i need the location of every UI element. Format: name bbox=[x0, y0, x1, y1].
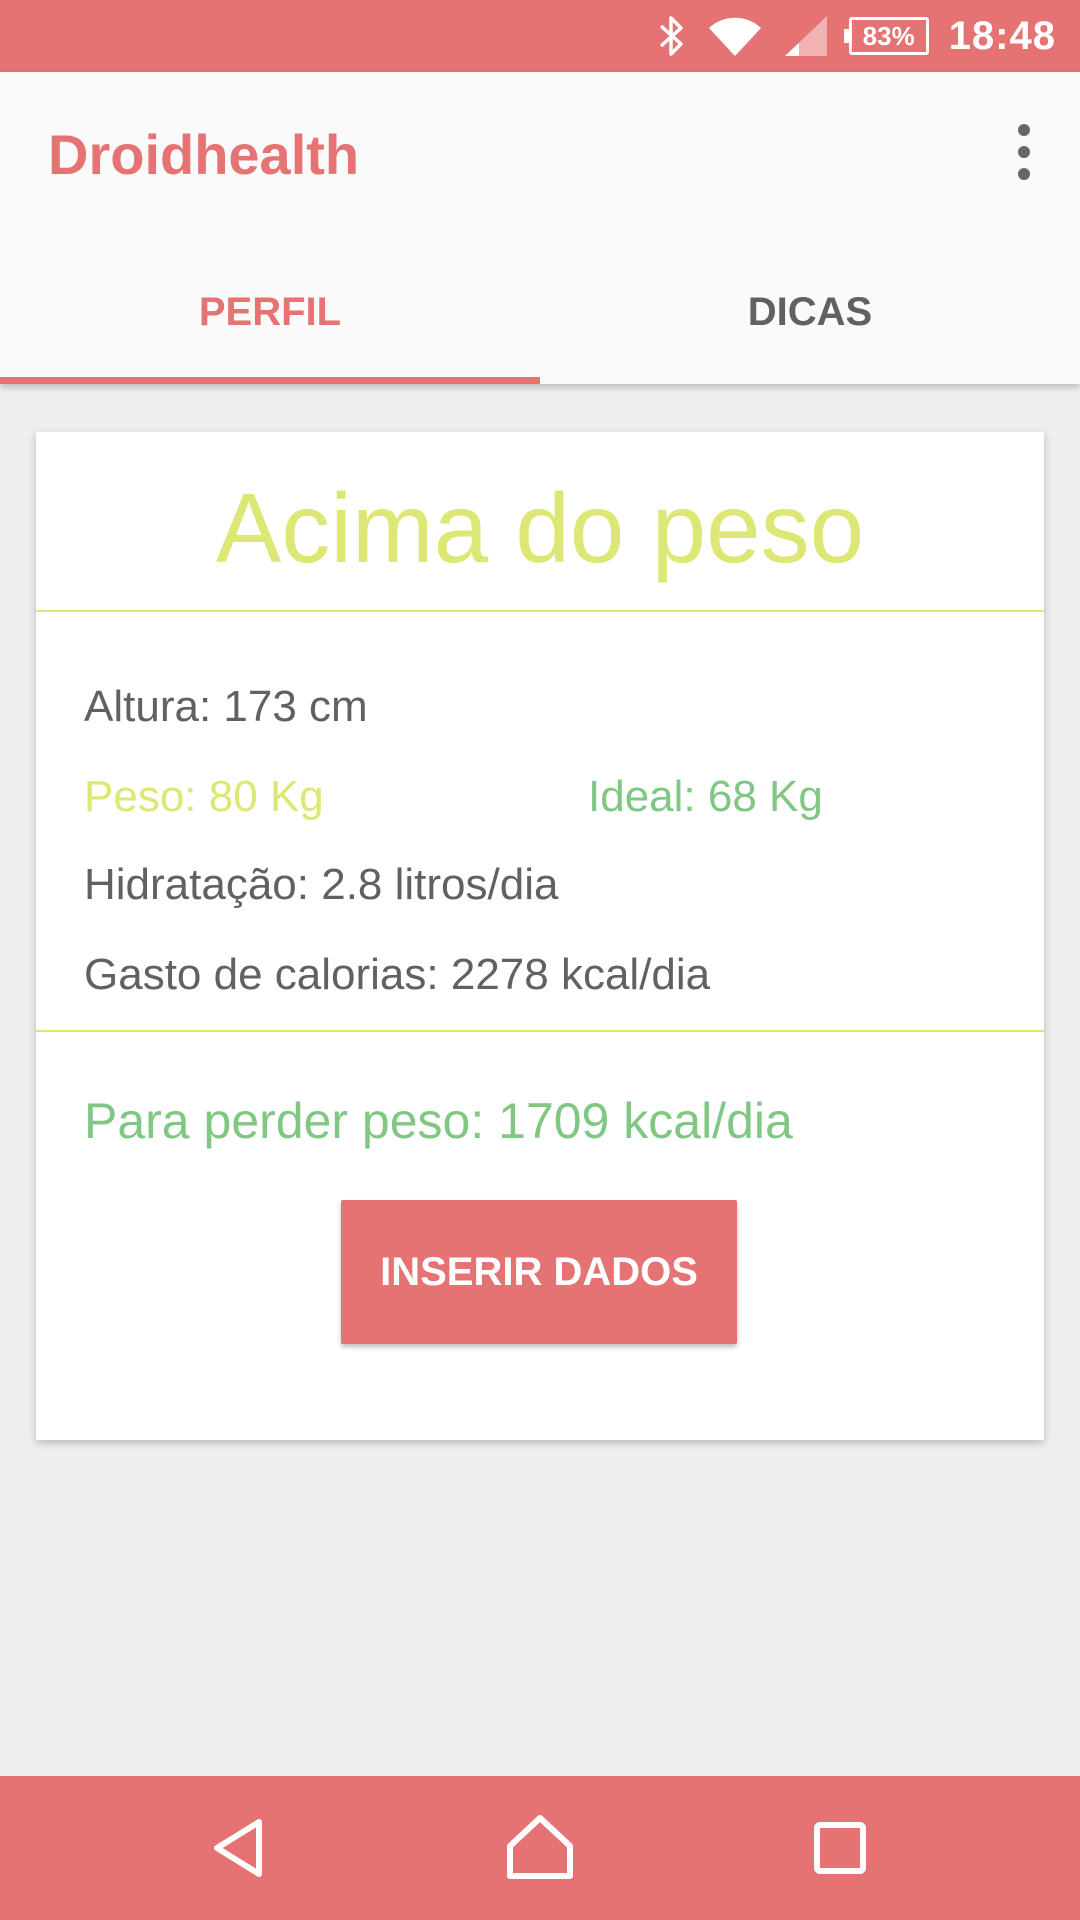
insert-data-button[interactable]: INSERIR DADOS bbox=[341, 1200, 737, 1344]
calories-text: Gasto de calorias: 2278 kcal/dia bbox=[84, 950, 711, 999]
tab-dicas[interactable]: DICAS bbox=[540, 240, 1080, 384]
lose-weight-text: Para perder peso: 1709 kcal/dia bbox=[84, 1093, 793, 1149]
ideal-weight-text: Ideal: 68 Kg bbox=[588, 772, 823, 821]
cell-signal-icon bbox=[783, 14, 829, 58]
tab-dicas-label: DICAS bbox=[747, 289, 873, 334]
app-bar: Droidhealth PERFIL DICAS bbox=[0, 72, 1080, 384]
tab-indicator bbox=[0, 377, 540, 384]
menu-dot bbox=[1018, 168, 1030, 180]
bluetooth-icon bbox=[657, 14, 687, 58]
app-title: Droidhealth bbox=[48, 123, 360, 186]
back-icon[interactable] bbox=[201, 1808, 281, 1888]
status-icons: 83% 18:48 bbox=[657, 0, 1056, 72]
weight-text: Peso: 80 Kg bbox=[84, 772, 324, 821]
divider bbox=[36, 1030, 1044, 1032]
weight-status-title: Acima do peso bbox=[215, 473, 865, 583]
wifi-icon bbox=[707, 14, 763, 58]
tab-perfil-label: PERFIL bbox=[198, 289, 342, 334]
battery-level: 83% bbox=[862, 20, 915, 51]
tab-perfil[interactable]: PERFIL bbox=[0, 240, 540, 384]
battery-indicator: 83% bbox=[843, 17, 929, 55]
navigation-bar bbox=[0, 1776, 1080, 1920]
status-time: 18:48 bbox=[948, 13, 1056, 58]
hydration-text: Hidratação: 2.8 litros/dia bbox=[84, 860, 559, 909]
menu-dot bbox=[1018, 146, 1030, 158]
height-text: Altura: 173 cm bbox=[84, 682, 368, 731]
profile-card: Acima do peso Altura: 173 cm Peso: 80 Kg… bbox=[36, 432, 1044, 1440]
home-icon[interactable] bbox=[500, 1808, 580, 1888]
status-bar: 83% 18:48 bbox=[0, 0, 1080, 72]
more-vert-icon[interactable] bbox=[1004, 124, 1044, 180]
tab-bar: PERFIL DICAS bbox=[0, 240, 1080, 384]
menu-dot bbox=[1018, 124, 1030, 136]
recents-icon[interactable] bbox=[800, 1808, 880, 1888]
divider bbox=[36, 610, 1044, 612]
